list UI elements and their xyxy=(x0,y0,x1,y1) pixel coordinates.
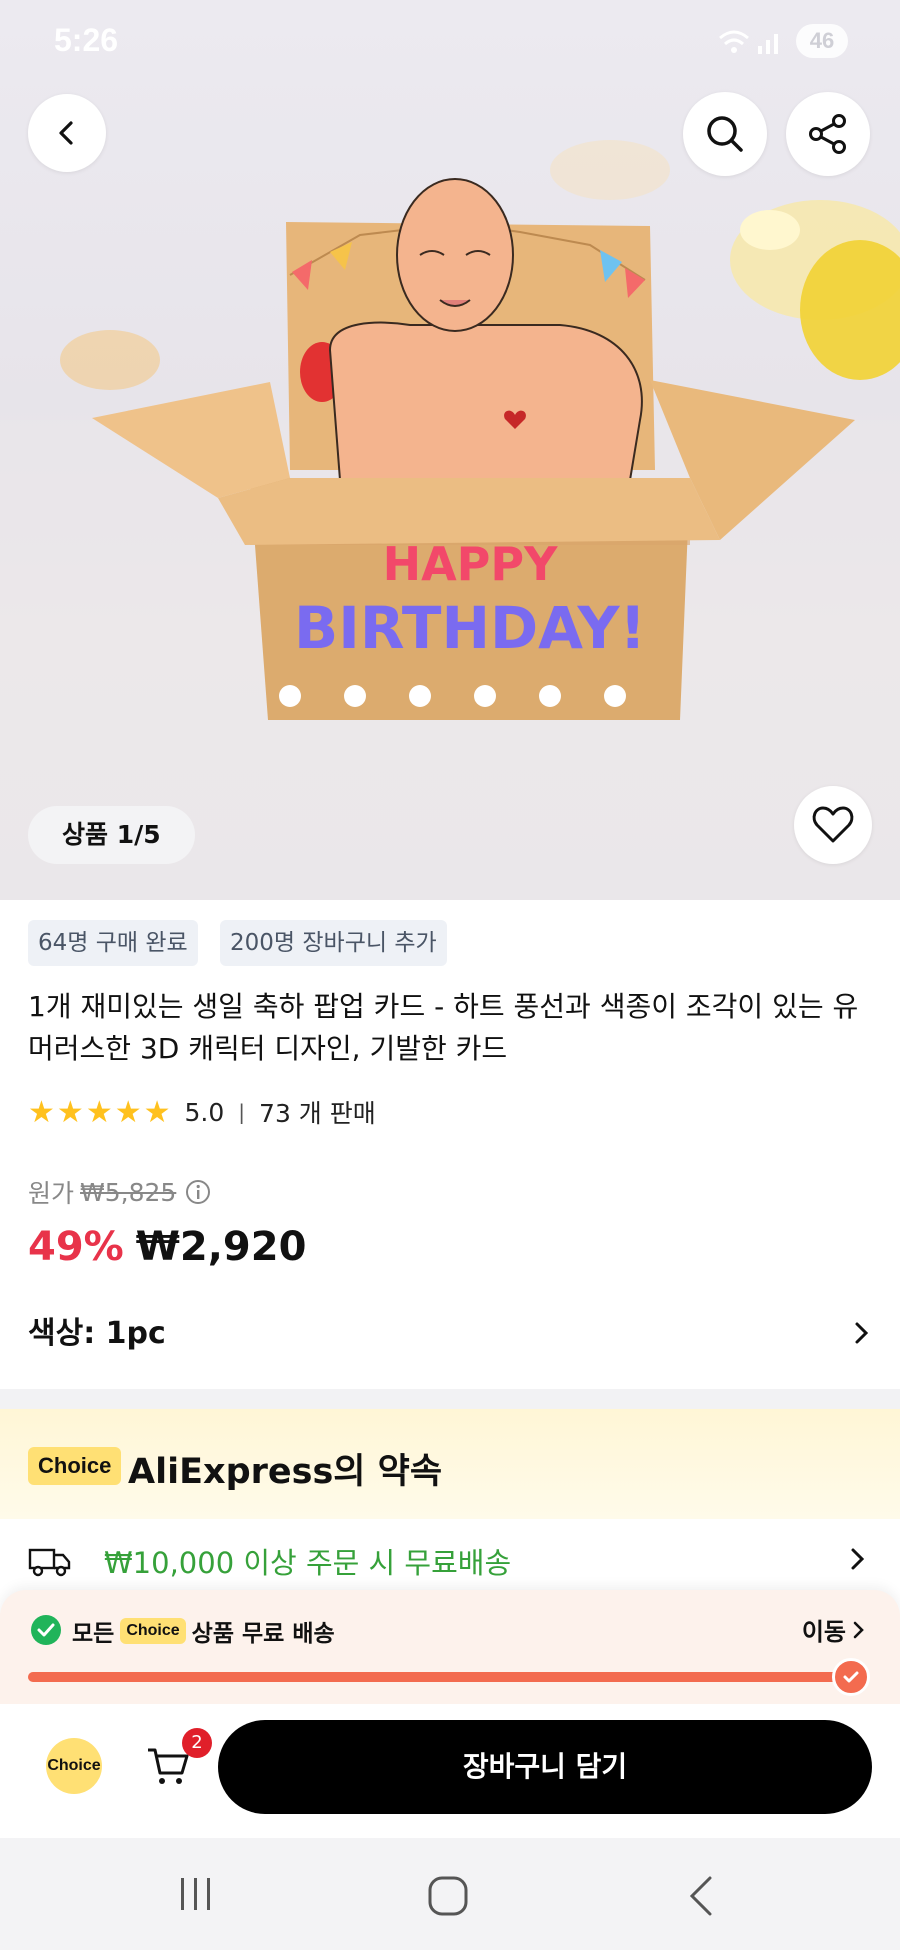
search-button[interactable] xyxy=(683,92,767,176)
add-to-cart-button[interactable]: 장바구니 담기 xyxy=(218,1720,872,1814)
star-rating: ★★★★★ xyxy=(28,1095,173,1130)
go-label: 이동 xyxy=(801,1618,846,1646)
sale-price: ₩2,920 xyxy=(135,1224,307,1270)
heart-icon xyxy=(812,806,854,843)
status-time: 5:26 xyxy=(54,22,119,58)
rating-value: 5.0 xyxy=(184,1097,225,1127)
option-label: 색상: 1pc xyxy=(28,1316,166,1351)
discount-percent: 49% xyxy=(28,1224,124,1270)
purchased-count-tag: 64명 구매 완료 xyxy=(28,920,198,966)
check-circle-icon xyxy=(31,1615,61,1645)
sold-count: 73 개 판매 xyxy=(259,1099,376,1128)
product-image-gallery[interactable]: HAPPY BIRTHDAY! 5:26 46 상품 1/5 xyxy=(0,0,900,900)
system-nav-bar xyxy=(0,1838,900,1950)
free-shipping-suffix: 상품 무료 배송 xyxy=(191,1621,335,1647)
price-row: 49% ₩2,920 xyxy=(28,1224,306,1270)
shipping-text: ₩10,000 이상 주문 시 무료배송 xyxy=(104,1546,512,1580)
home-icon[interactable] xyxy=(426,1874,470,1918)
star-icon: ★ xyxy=(56,1094,84,1130)
choice-badge: Choice xyxy=(120,1618,186,1644)
option-selector[interactable]: 색상: 1pc xyxy=(28,1308,872,1352)
rating-row[interactable]: ★★★★★ 5.0 | 73 개 판매 xyxy=(28,1094,376,1130)
chevron-right-icon xyxy=(853,1621,864,1638)
original-price-row: 원가 ₩5,825 xyxy=(28,1174,212,1210)
original-price-label: 원가 xyxy=(28,1179,75,1208)
wishlist-button[interactable] xyxy=(794,786,872,864)
check-icon xyxy=(843,1671,859,1683)
info-icon[interactable] xyxy=(184,1178,212,1206)
section-divider xyxy=(0,1389,900,1409)
go-link[interactable]: 이동 xyxy=(802,1612,866,1647)
free-shipping-progress xyxy=(28,1672,854,1682)
star-icon: ★ xyxy=(143,1094,171,1130)
art-text-happy: HAPPY xyxy=(383,537,559,591)
recent-apps-icon[interactable] xyxy=(176,1874,216,1914)
progress-check-icon xyxy=(832,1658,870,1696)
back-button[interactable] xyxy=(28,94,106,172)
gallery-counter: 상품 1/5 xyxy=(28,806,195,864)
chevron-left-icon xyxy=(59,121,73,145)
rating-separator: | xyxy=(238,1100,246,1124)
battery-indicator: 46 xyxy=(796,24,848,58)
system-back-icon[interactable] xyxy=(682,1874,722,1918)
product-title: 1개 재미있는 생일 축하 팝업 카드 - 하트 풍선과 색종이 조각이 있는 … xyxy=(28,990,859,1065)
share-icon xyxy=(809,114,846,154)
choice-channel-button[interactable]: Choice xyxy=(46,1738,102,1794)
promise-title: AliExpress의 약속 xyxy=(128,1452,443,1492)
cart-count-badge: 2 xyxy=(182,1728,212,1758)
search-icon xyxy=(707,116,743,152)
truck-icon xyxy=(28,1548,71,1577)
art-text-birthday: BIRTHDAY! xyxy=(294,594,646,662)
cart-icon xyxy=(148,1748,189,1784)
status-bar: 5:26 46 xyxy=(0,0,900,84)
chevron-right-icon xyxy=(855,1322,869,1344)
free-shipping-label: 모든 Choice 상품 무료 배송 xyxy=(72,1614,335,1648)
original-price: ₩5,825 xyxy=(80,1177,177,1207)
star-icon: ★ xyxy=(85,1094,113,1130)
aliexpress-promise-section[interactable]: Choice AliExpress의 약속 xyxy=(0,1409,900,1519)
cart-count-tag: 200명 장바구니 추가 xyxy=(220,920,447,966)
share-button[interactable] xyxy=(786,92,870,176)
choice-badge: Choice xyxy=(28,1447,122,1485)
chevron-right-icon xyxy=(851,1548,865,1570)
bottom-action-bar: Choice 2 장바구니 담기 xyxy=(0,1704,900,1838)
progress-fill xyxy=(28,1672,854,1682)
cart-button[interactable]: 2 xyxy=(146,1728,212,1790)
free-shipping-prefix: 모든 xyxy=(72,1621,115,1647)
free-shipping-threshold-row[interactable]: ₩10,000 이상 주문 시 무료배송 xyxy=(28,1540,872,1582)
star-icon: ★ xyxy=(28,1094,55,1130)
free-shipping-panel[interactable]: 모든 Choice 상품 무료 배송 이동 xyxy=(0,1590,900,1704)
signal-wifi-icon xyxy=(719,30,778,54)
star-icon: ★ xyxy=(114,1094,142,1130)
